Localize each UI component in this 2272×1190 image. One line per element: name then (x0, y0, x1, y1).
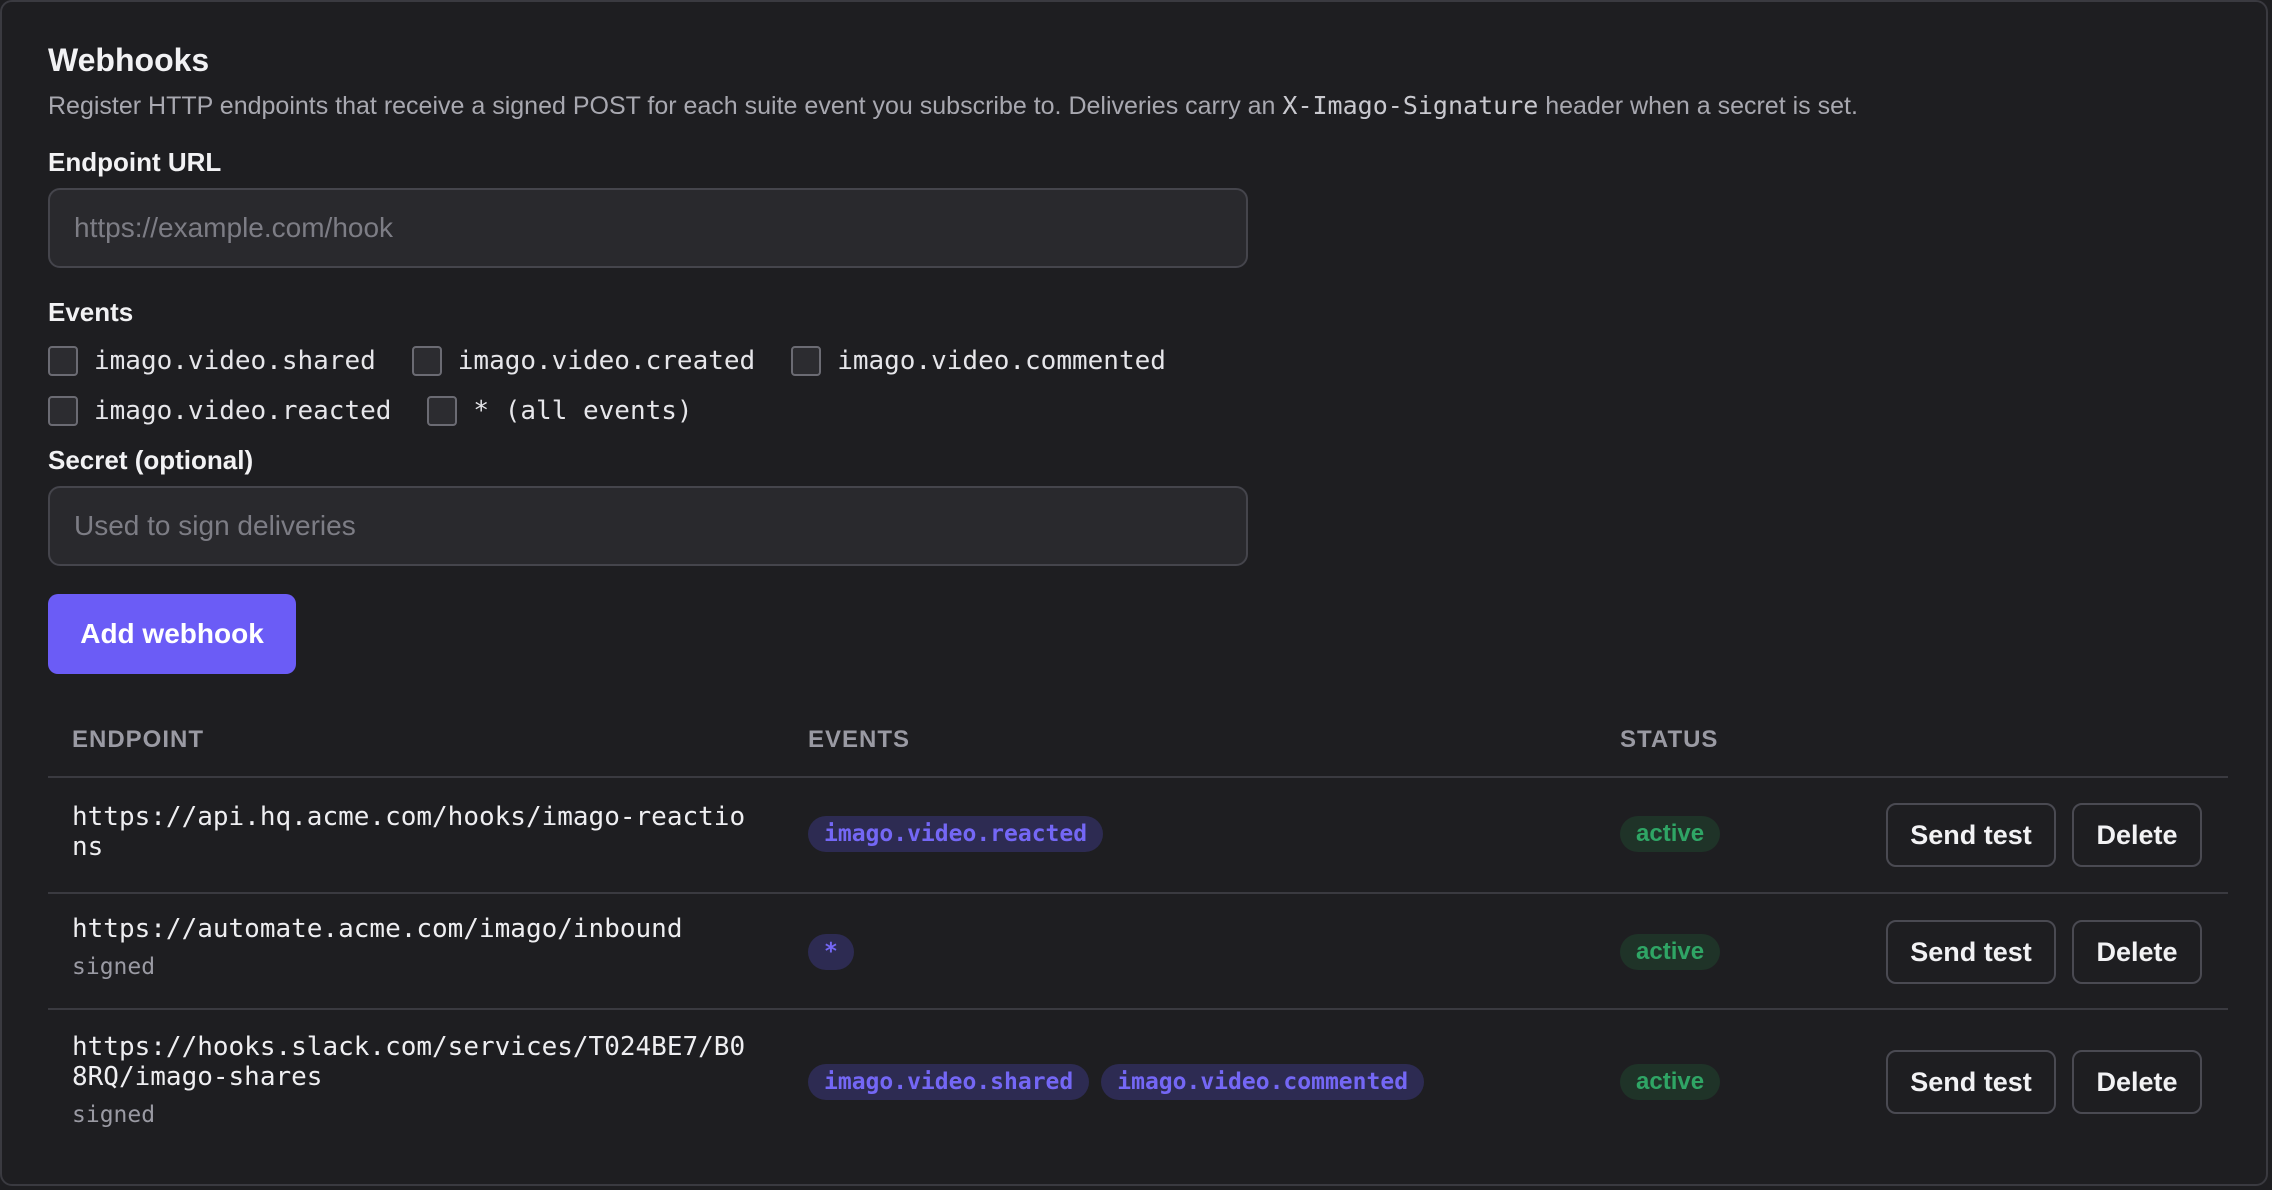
signed-label: signed (72, 954, 156, 980)
event-chips: imago.video.shared imago.video.commented (808, 1064, 1436, 1100)
endpoint-url: https://api.hq.acme.com/hooks/imago-reac… (72, 802, 746, 862)
event-chips: * (808, 934, 866, 970)
column-header-events: EVENTS (808, 726, 911, 753)
description-text: Register HTTP endpoints that receive a s… (48, 92, 1283, 120)
secret-placeholder: Used to sign deliveries (74, 510, 356, 541)
delete-button[interactable]: Delete (2072, 920, 2202, 984)
status-badge: active (1620, 816, 1721, 852)
column-header-endpoint: ENDPOINT (72, 726, 205, 753)
events-label: Events (48, 297, 134, 327)
delete-button[interactable]: Delete (2072, 803, 2202, 867)
events-checkbox-group: imago.video.shared imago.video.created i… (48, 344, 2228, 428)
endpoint-cell: https://hooks.slack.com/services/T024BE7… (72, 1032, 752, 1130)
endpoint-url-label: Endpoint URL (48, 147, 222, 177)
signature-header-code: X-Imago-Signature (1282, 91, 1539, 120)
event-option-commented[interactable]: imago.video.commented (791, 346, 1166, 376)
endpoint-url-placeholder: https://example.com/hook (74, 212, 394, 243)
event-option-reacted[interactable]: imago.video.reacted (48, 396, 391, 426)
table-row: https://hooks.slack.com/services/T024BE7… (48, 1010, 2228, 1156)
table-row: https://automate.acme.com/imago/inbound … (48, 894, 2228, 1010)
event-option-all[interactable]: * (all events) (427, 396, 693, 426)
status-badge: active (1620, 1064, 1721, 1100)
event-option-created[interactable]: imago.video.created (411, 346, 756, 376)
event-option-label: imago.video.reacted (94, 396, 392, 426)
send-test-button[interactable]: Send test (1886, 803, 2056, 867)
column-header-status: STATUS (1620, 726, 1719, 753)
page-title: Webhooks (48, 42, 210, 78)
endpoint-cell: https://automate.acme.com/imago/inbound … (72, 914, 752, 982)
add-webhook-button[interactable]: Add webhook (48, 594, 296, 674)
checkbox[interactable] (791, 346, 822, 376)
secret-input[interactable]: Used to sign deliveries (48, 486, 1248, 566)
event-chip: imago.video.reacted (808, 816, 1104, 852)
send-test-button[interactable]: Send test (1886, 1050, 2056, 1114)
event-option-label: * (all events) (473, 396, 693, 426)
event-option-label: imago.video.shared (94, 346, 376, 376)
event-option-label: imago.video.commented (837, 346, 1166, 376)
checkbox[interactable] (427, 396, 458, 426)
checkbox[interactable] (48, 346, 78, 376)
event-option-shared[interactable]: imago.video.shared (48, 346, 376, 376)
event-chip: imago.video.shared (808, 1064, 1090, 1100)
send-test-button[interactable]: Send test (1886, 920, 2056, 984)
event-option-label: imago.video.created (457, 346, 756, 376)
webhooks-panel: Webhooks Register HTTP endpoints that re… (0, 0, 2268, 1186)
webhooks-table: ENDPOINT EVENTS STATUS https://api.hq.ac… (48, 706, 2228, 1156)
checkbox[interactable] (411, 346, 442, 376)
description-text-end: header when a secret is set. (1538, 92, 1858, 120)
status-badge: active (1620, 934, 1721, 970)
signed-label: signed (72, 1102, 156, 1128)
endpoint-url-input[interactable]: https://example.com/hook (48, 188, 1248, 268)
checkbox[interactable] (48, 396, 78, 426)
table-header: ENDPOINT EVENTS STATUS (48, 706, 2228, 778)
page-description: Register HTTP endpoints that receive a s… (48, 88, 2228, 124)
event-chips: imago.video.reacted (808, 816, 1115, 852)
secret-label: Secret (optional) (48, 445, 254, 475)
endpoint-url: https://automate.acme.com/imago/inbound (72, 914, 683, 944)
endpoint-url: https://hooks.slack.com/services/T024BE7… (72, 1032, 746, 1092)
event-chip: * (808, 934, 854, 970)
table-row: https://api.hq.acme.com/hooks/imago-reac… (48, 778, 2228, 894)
event-chip: imago.video.commented (1101, 1064, 1425, 1100)
delete-button[interactable]: Delete (2072, 1050, 2202, 1114)
